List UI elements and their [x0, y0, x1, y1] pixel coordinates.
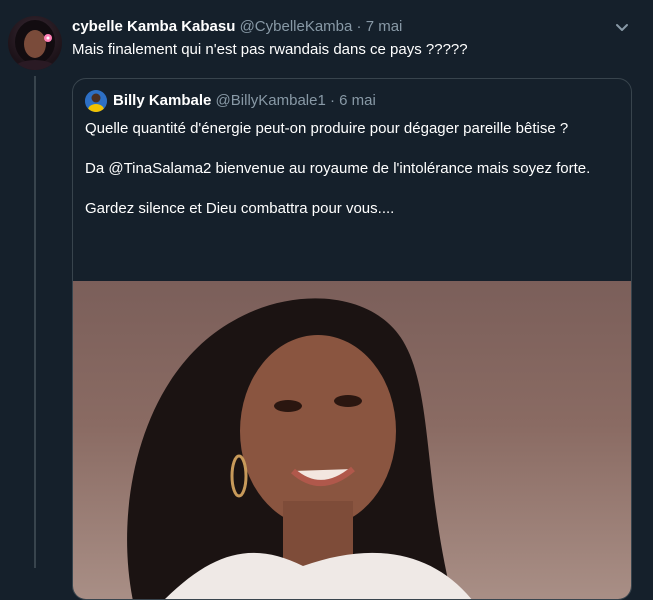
quoted-tweet-header: Billy Kambale @BillyKambale1 · 6 mai	[113, 91, 376, 111]
quoted-author-handle[interactable]: @BillyKambale1	[216, 92, 326, 109]
quoted-author-name[interactable]: Billy Kambale	[113, 92, 211, 109]
quoted-paragraph: Gardez silence et Dieu combattra pour vo…	[85, 200, 395, 217]
author-handle[interactable]: @CybelleKamba	[240, 18, 353, 35]
chevron-down-icon[interactable]	[613, 18, 631, 36]
author-avatar[interactable]	[8, 16, 62, 70]
quoted-tweet[interactable]: Billy Kambale @BillyKambale1 · 6 mai Que…	[72, 78, 632, 600]
quoted-paragraph: Quelle quantité d'énergie peut-on produi…	[85, 120, 569, 137]
tweet-text: Mais finalement qui n'est pas rwandais d…	[72, 41, 468, 58]
quoted-tweet-text: Quelle quantité d'énergie peut-on produi…	[85, 119, 619, 219]
quoted-author-avatar[interactable]	[85, 90, 107, 112]
quoted-tweet-photo[interactable]	[73, 281, 631, 599]
tweet-time[interactable]: 7 mai	[366, 18, 403, 35]
author-name[interactable]: cybelle Kamba Kabasu	[72, 18, 235, 35]
tweet-header: cybelle Kamba Kabasu @CybelleKamba · 7 m…	[72, 17, 633, 37]
quoted-paragraph: Da @TinaSalama2 bienvenue au royaume de …	[85, 160, 591, 177]
quoted-tweet-time[interactable]: 6 mai	[339, 92, 376, 109]
separator-dot: ·	[330, 92, 335, 109]
separator-dot: ·	[356, 18, 362, 35]
thread-line	[34, 76, 36, 568]
tweet[interactable]: cybelle Kamba Kabasu @CybelleKamba · 7 m…	[0, 0, 653, 600]
